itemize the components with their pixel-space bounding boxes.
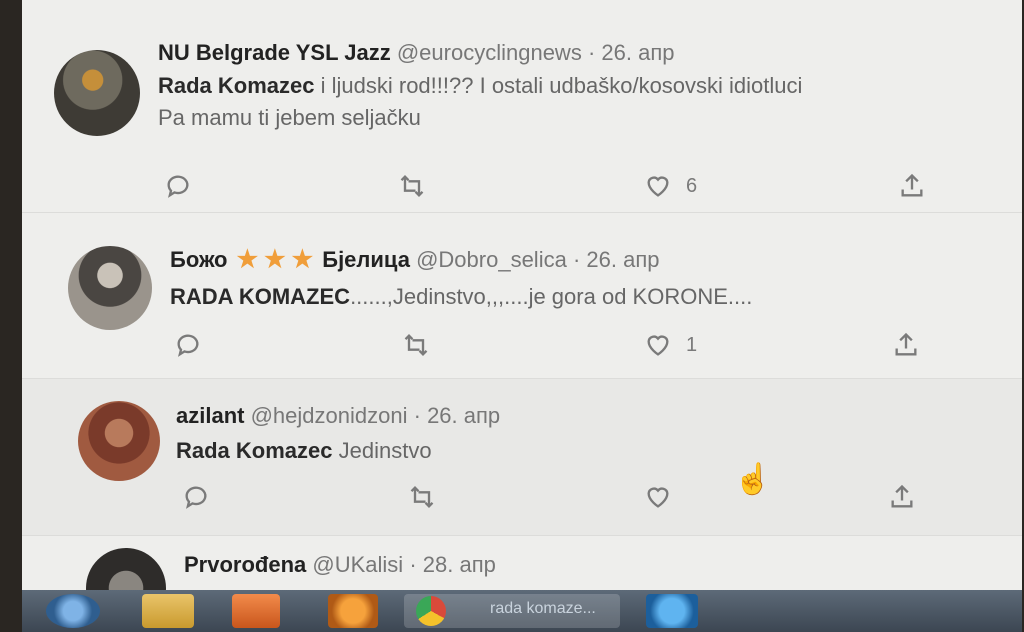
tweet-header: NU Belgrade YSL Jazz @eurocyclingnews · … (158, 40, 675, 66)
tweet-text-line: Jedinstvo (332, 438, 432, 463)
tweet-date[interactable]: 28. апр (423, 552, 496, 577)
display-name[interactable]: NU Belgrade YSL Jazz (158, 40, 391, 65)
app-icon[interactable] (328, 594, 378, 628)
reply-icon (177, 334, 199, 357)
like-count: 6 (686, 174, 698, 197)
start-button[interactable] (46, 594, 100, 628)
tweet-text: RADA KOMAZEC......,Jedinstvo,,,....je go… (170, 281, 752, 313)
mention[interactable]: Rada Komazec (176, 438, 333, 463)
tweet[interactable]: NU Belgrade YSL Jazz @eurocyclingnews · … (22, 32, 1022, 213)
star-icon: ★ (236, 246, 259, 273)
avatar[interactable] (68, 246, 152, 330)
tweet[interactable]: Божо ★ ★ ★ Бјелица @Dobro_selica · 26. апр… (22, 213, 1022, 379)
reply-button[interactable] (164, 172, 192, 200)
display-name[interactable]: Божо ★ ★ ★ Бјелица (170, 246, 416, 273)
retweet-button[interactable] (408, 483, 436, 511)
heart-icon (647, 176, 669, 197)
handle[interactable]: @eurocyclingnews (397, 40, 582, 65)
tweet-text: Rada Komazec i ljudski rod!!!?? I ostali… (158, 70, 802, 134)
separator: · (409, 552, 417, 577)
tweet-text-line: ......,Jedinstvo,,,....je gora od KORONE… (350, 284, 753, 309)
tweet-actions (22, 483, 1022, 513)
reply-icon (185, 486, 207, 509)
reply-icon (167, 175, 189, 198)
avatar[interactable] (78, 401, 160, 481)
handle[interactable]: @Dobro_selica (416, 247, 567, 272)
heart-icon (647, 335, 669, 356)
display-name[interactable]: Prvorođena (184, 552, 306, 577)
reply-button[interactable] (174, 331, 202, 359)
retweet-icon (400, 175, 424, 197)
tweet-date[interactable]: 26. апр (601, 40, 674, 65)
taskbar: rada komaze... (22, 590, 1022, 632)
like-count: 1 (686, 333, 698, 356)
tweet-header: Prvorođena @UKalisi · 28. апр (184, 552, 496, 578)
retweet-button[interactable] (398, 172, 426, 200)
share-icon (901, 173, 923, 197)
retweet-icon (404, 334, 428, 356)
display-name-last: Бјелица (322, 247, 410, 272)
tweet-text: Rada Komazec Jedinstvo (176, 435, 432, 467)
mention[interactable]: Rada Komazec (158, 73, 315, 98)
internet-explorer-icon[interactable] (646, 594, 698, 628)
separator: · (587, 40, 596, 65)
hand-cursor-icon: ☝ (734, 463, 772, 496)
like-button[interactable]: 6 (644, 172, 697, 200)
like-button[interactable]: 1 (644, 331, 697, 359)
share-icon (891, 484, 913, 508)
display-name[interactable]: azilant (176, 403, 244, 428)
display-name-first: Божо (170, 247, 228, 272)
tweet[interactable]: azilant @hejdzonidzoni · 26. апр Rada Ko… (22, 379, 1022, 536)
share-button[interactable] (888, 483, 916, 511)
share-icon (895, 332, 917, 356)
separator: · (413, 403, 421, 428)
active-window-label: rada komaze... (490, 600, 596, 617)
tweet-feed: NU Belgrade YSL Jazz @eurocyclingnews · … (22, 0, 1022, 590)
star-icon: ★ (291, 246, 314, 273)
media-player-icon[interactable] (232, 594, 280, 628)
heart-icon (647, 487, 669, 508)
reply-button[interactable] (182, 483, 210, 511)
share-button[interactable] (898, 172, 926, 200)
tweet-actions: 6 (22, 172, 1022, 202)
mention[interactable]: RADA KOMAZEC (170, 284, 350, 309)
avatar[interactable] (54, 50, 140, 136)
tweet-text-line: Pa mamu ti jebem seljačku (158, 104, 421, 130)
handle[interactable]: @hejdzonidzoni (251, 403, 408, 428)
retweet-button[interactable] (402, 331, 430, 359)
chrome-icon (416, 596, 446, 626)
separator: · (572, 247, 581, 272)
tweet-date[interactable]: 26. апр (427, 403, 500, 428)
share-button[interactable] (892, 331, 920, 359)
retweet-icon (410, 486, 434, 508)
avatar[interactable] (86, 548, 166, 590)
tweet-header: Божо ★ ★ ★ Бјелица @Dobro_selica · 26. апр (170, 245, 659, 274)
folder-icon[interactable] (142, 594, 194, 628)
star-icon: ★ (264, 246, 286, 273)
like-button[interactable] (644, 483, 672, 511)
tweet-header: azilant @hejdzonidzoni · 26. апр (176, 403, 500, 429)
tweet-actions: 1 (22, 331, 1022, 361)
tweet[interactable]: Prvorođena @UKalisi · 28. апр (22, 536, 1022, 590)
tweet-date[interactable]: 26. апр (586, 247, 659, 272)
handle[interactable]: @UKalisi (312, 552, 403, 577)
tweet-text-line: i ljudski rod!!!?? I ostali udbaško/koso… (314, 73, 803, 98)
